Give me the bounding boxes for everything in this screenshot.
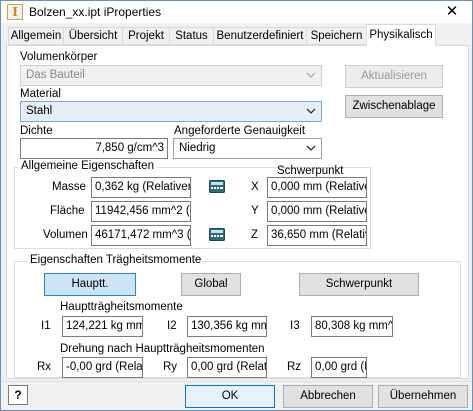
hauptt-button[interactable]: Hauptt. [44, 273, 136, 296]
calculator-icon[interactable] [209, 228, 225, 241]
rx-field[interactable]: -0,00 grd (Rela [62, 357, 143, 378]
footer-separator [1, 381, 472, 382]
inventor-app-icon: I [7, 4, 23, 20]
flaeche-label: Fläche [50, 205, 85, 217]
tab-status[interactable]: Status [169, 27, 214, 45]
iproperties-dialog: I Bolzen_xx.ipt iProperties ✕ Allgemein … [0, 0, 473, 411]
help-button[interactable]: ? [8, 385, 28, 405]
ok-button[interactable]: OK [185, 385, 275, 408]
ry-field[interactable]: 0,00 grd (Relati [187, 357, 267, 378]
z-field[interactable]: 36,650 mm (Relativ [267, 225, 367, 246]
tab-benutzerdefiniert[interactable]: Benutzerdefiniert [213, 27, 307, 45]
tab-allgemein[interactable]: Allgemein [8, 27, 64, 45]
i2-label: I2 [167, 320, 177, 332]
i2-field[interactable]: 130,356 kg mm [187, 316, 267, 337]
material-label: Material [20, 88, 61, 100]
y-field[interactable]: 0,000 mm (Relative [267, 201, 367, 222]
window-title: Bolzen_xx.ipt iProperties [29, 5, 162, 19]
tab-projekt[interactable]: Projekt [122, 27, 170, 45]
i1-field[interactable]: 124,221 kg mm [62, 316, 143, 337]
volumenkoerper-value: Das Bauteil [26, 69, 85, 81]
genauigkeit-label: Angeforderte Genauigkeit [174, 125, 306, 137]
calculator-icon[interactable] [209, 180, 225, 193]
inertia-title: Eigenschaften Trägheitsmomente [27, 254, 205, 266]
x-field[interactable]: 0,000 mm (Relative [267, 177, 367, 198]
i3-field[interactable]: 80,308 kg mm^ [311, 316, 393, 337]
schwerpunkt-title: Schwerpunkt [277, 165, 344, 177]
masse-label: Masse [52, 181, 86, 193]
title-bar: I Bolzen_xx.ipt iProperties ✕ [1, 1, 472, 23]
genauigkeit-dropdown[interactable]: Niedrig [173, 138, 322, 159]
close-button[interactable]: ✕ [433, 2, 471, 22]
apply-button[interactable]: Übernehmen [378, 385, 468, 408]
i1-label: I1 [41, 320, 51, 332]
clipboard-button[interactable]: Zwischenablage [345, 95, 443, 118]
material-dropdown[interactable]: Stahl [20, 101, 322, 122]
general-properties-title: Allgemeine Eigenschaften [18, 160, 157, 172]
volumen-label: Volumen [43, 229, 88, 241]
chevron-down-icon [306, 145, 316, 151]
genauigkeit-value: Niedrig [179, 142, 216, 154]
volumenkoerper-dropdown[interactable]: Das Bauteil [20, 65, 322, 86]
update-button[interactable]: Aktualisieren [345, 65, 443, 88]
rotation-title: Drehung nach Hauptträgheitsmomenten [60, 343, 265, 355]
flaeche-field[interactable]: 11942,456 mm^2 ( [91, 201, 191, 222]
tab-uebersicht[interactable]: Übersicht [63, 27, 123, 45]
rz-label: Rz [287, 361, 302, 373]
haupt-title: Hauptträgheitsmomente [60, 301, 183, 313]
dichte-field[interactable]: 7,850 g/cm^3 [20, 138, 168, 159]
global-button[interactable]: Global [181, 273, 241, 296]
chevron-down-icon [306, 108, 316, 114]
tab-physikalisch[interactable]: Physikalisch [366, 24, 436, 46]
ry-label: Ry [163, 361, 178, 373]
i3-label: I3 [290, 320, 300, 332]
z-label: Z [251, 229, 259, 241]
volumenkoerper-label: Volumenkörper [20, 51, 98, 63]
cancel-button[interactable]: Abbrechen [283, 385, 373, 408]
masse-field[interactable]: 0,362 kg (Relativer [91, 177, 191, 198]
schwerpunkt-button[interactable]: Schwerpunkt [299, 273, 419, 296]
tab-speichern[interactable]: Speichern [306, 27, 367, 45]
dichte-label: Dichte [20, 125, 53, 137]
rx-label: Rx [37, 361, 52, 373]
rz-field[interactable]: 0,00 grd (Relati [311, 357, 367, 378]
x-label: X [251, 181, 259, 193]
volumen-field[interactable]: 46171,472 mm^3 ( [91, 225, 191, 246]
chevron-down-icon [306, 72, 316, 78]
y-label: Y [251, 205, 259, 217]
material-value: Stahl [26, 105, 53, 117]
